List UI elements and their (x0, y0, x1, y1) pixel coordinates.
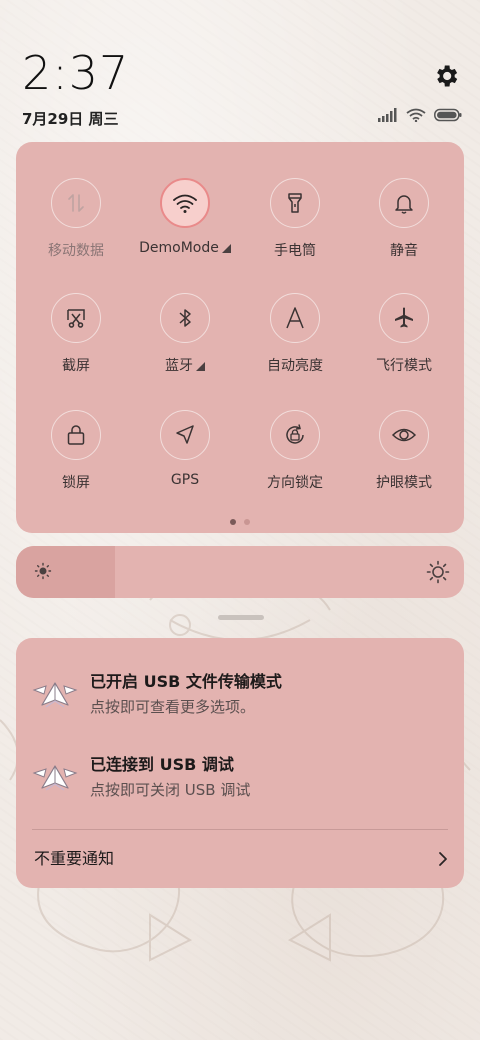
tile-rotation-lock-button[interactable] (270, 410, 320, 460)
unimportant-notifications-link[interactable]: 不重要通知 (34, 843, 450, 875)
tile-lock-screen-button[interactable] (51, 410, 101, 460)
location-arrow-icon (176, 425, 194, 444)
brightness-low-icon (34, 562, 52, 580)
signal-icon (378, 108, 397, 122)
tile-gps-label: GPS (170, 472, 200, 488)
rotation-lock-icon (286, 424, 304, 444)
notification-title: 已连接到 USB 调试 (90, 755, 234, 774)
tile-auto-brightness-label: 自动亮度 (267, 358, 323, 374)
notification-panel: 已开启 USB 文件传输模式 点按即可查看更多选项。 已连接到 USB 调试 点… (16, 638, 464, 888)
notification-title: 已开启 USB 文件传输模式 (90, 672, 282, 691)
tile-flashlight[interactable]: 手电筒 (240, 178, 350, 260)
tile-airplane-button[interactable] (379, 293, 429, 343)
tile-flashlight-label: 手电筒 (274, 243, 316, 259)
tile-auto-brightness-button[interactable] (270, 293, 320, 343)
flashlight-icon (288, 193, 302, 213)
tile-flashlight-button[interactable] (270, 178, 320, 228)
tile-bluetooth[interactable]: 蓝牙 (130, 293, 240, 375)
tile-screenshot[interactable]: 截屏 (21, 293, 131, 375)
wifi-menu-indicator[interactable] (221, 244, 231, 253)
tile-screenshot-label: 截屏 (62, 358, 90, 374)
quick-settings-panel: 移动数据 DemoMode 手电筒 静音 截屏 蓝牙 自动亮度 飞行模式 锁屏 … (16, 142, 464, 533)
tile-lock-screen-label: 锁屏 (62, 475, 90, 491)
divider (32, 829, 448, 830)
tile-bluetooth-button[interactable] (160, 293, 210, 343)
date: 7月29日 周三 (22, 110, 119, 128)
tile-wifi-label-text: DemoMode (139, 240, 219, 256)
tile-mobile-data[interactable]: 移动数据 (21, 178, 131, 260)
tile-wifi-label: DemoMode (130, 240, 240, 256)
tile-gps[interactable]: GPS (130, 410, 240, 488)
gear-icon[interactable] (432, 62, 460, 90)
tile-eye-care-label: 护眼模式 (376, 475, 432, 491)
clock: 2:37 (22, 46, 130, 100)
tile-eye-care[interactable]: 护眼模式 (349, 410, 459, 492)
tile-lock-screen[interactable]: 锁屏 (21, 410, 131, 492)
tile-mobile-data-label: 移动数据 (48, 243, 104, 259)
bell-icon (395, 195, 413, 214)
battery-icon (434, 108, 462, 122)
tile-mobile-data-button[interactable] (51, 178, 101, 228)
auto-brightness-icon (286, 307, 304, 329)
airplane-icon (395, 307, 413, 328)
mobile-data-icon (68, 194, 84, 212)
tile-bluetooth-label: 蓝牙 (130, 355, 240, 375)
tile-rotation-lock-label: 方向锁定 (267, 475, 323, 491)
tile-airplane[interactable]: 飞行模式 (349, 293, 459, 375)
tile-airplane-label: 飞行模式 (376, 358, 432, 374)
bluetooth-menu-indicator[interactable] (196, 362, 205, 371)
tile-silent-button[interactable] (379, 178, 429, 228)
brightness-fill (16, 546, 115, 598)
system-icons (378, 108, 462, 122)
tile-screenshot-button[interactable] (51, 293, 101, 343)
notification-usb-debugging[interactable]: 已连接到 USB 调试 点按即可关闭 USB 调试 (32, 751, 448, 811)
page-indicator (16, 519, 464, 525)
tile-wifi-button[interactable] (160, 178, 210, 228)
notification-body: 点按即可关闭 USB 调试 (90, 781, 251, 799)
tile-auto-brightness[interactable]: 自动亮度 (240, 293, 350, 375)
tile-wifi[interactable]: DemoMode (130, 178, 240, 256)
screenshot-icon (67, 309, 85, 328)
tile-rotation-lock[interactable]: 方向锁定 (240, 410, 350, 492)
page-dot-1[interactable] (230, 519, 236, 525)
brightness-slider[interactable] (16, 546, 464, 598)
page-dot-2[interactable] (244, 519, 250, 525)
notification-usb-transfer[interactable]: 已开启 USB 文件传输模式 点按即可查看更多选项。 (32, 668, 448, 728)
bluetooth-icon (179, 309, 191, 327)
unimportant-notifications-label: 不重要通知 (34, 849, 115, 868)
paper-plane-icon (32, 765, 78, 791)
wifi-icon (173, 194, 197, 213)
tile-bluetooth-label-text: 蓝牙 (165, 358, 193, 374)
chevron-right-icon (439, 852, 447, 866)
wifi-status-icon (406, 108, 426, 122)
status-header: 2:37 7月29日 周三 (22, 46, 462, 128)
eye-icon (391, 428, 417, 442)
drag-handle[interactable] (218, 615, 264, 620)
lock-icon (67, 425, 85, 445)
tile-silent-label: 静音 (390, 243, 418, 259)
brightness-high-icon (426, 560, 450, 584)
tile-gps-button[interactable] (160, 410, 210, 460)
tile-eye-care-button[interactable] (379, 410, 429, 460)
tile-silent[interactable]: 静音 (349, 178, 459, 260)
paper-plane-icon (32, 682, 78, 708)
notification-body: 点按即可查看更多选项。 (90, 698, 256, 716)
